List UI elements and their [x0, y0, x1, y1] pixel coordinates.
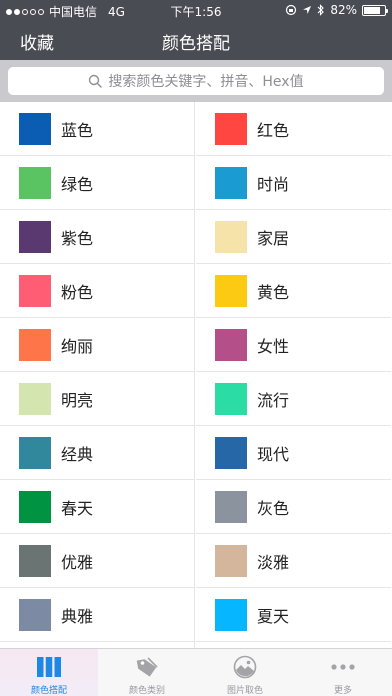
- color-swatch: [19, 220, 51, 253]
- category-item[interactable]: 灰色: [196, 480, 391, 534]
- category-item[interactable]: 夏天: [196, 588, 391, 642]
- color-swatch: [19, 328, 51, 361]
- category-item[interactable]: 女性: [196, 318, 391, 372]
- tab-label: 图片取色: [226, 686, 263, 696]
- search-placeholder: 搜索颜色关键字、拼音、Hex值: [108, 74, 304, 90]
- category-item[interactable]: 紫色: [0, 210, 195, 264]
- tag-icon: [134, 655, 160, 679]
- header: 中国电信 4G 下午1:56 82% 收藏 颜色搭配: [0, 0, 392, 60]
- color-swatch: [215, 112, 247, 145]
- color-swatch: [215, 328, 247, 361]
- rotation-lock-icon: [286, 4, 297, 16]
- color-swatch: [19, 490, 51, 523]
- search-bar: 搜索颜色关键字、拼音、Hex值: [0, 60, 392, 102]
- color-swatch: [215, 436, 247, 469]
- category-label: 典雅: [61, 606, 94, 626]
- category-item[interactable]: 绿色: [0, 156, 195, 210]
- category-label: 春天: [61, 498, 94, 518]
- battery-icon: [362, 4, 388, 16]
- category-label: 红色: [257, 120, 290, 140]
- color-swatch: [19, 382, 51, 415]
- tab-bar: 颜色搭配 颜色类别 图片取色 更多: [0, 648, 392, 696]
- category-label: 现代: [257, 444, 290, 464]
- status-right: 82%: [285, 3, 388, 17]
- category-label: 明亮: [61, 390, 94, 410]
- category-label: 黄色: [257, 282, 290, 302]
- category-label: 女性: [257, 336, 290, 356]
- color-swatch: [215, 544, 247, 577]
- nav-bar: 收藏 颜色搭配: [0, 20, 392, 60]
- tab-tag[interactable]: 颜色类别: [98, 649, 196, 696]
- category-item[interactable]: 春天: [0, 480, 195, 534]
- color-swatch: [19, 598, 51, 631]
- color-swatch: [19, 166, 51, 199]
- tab-label: 颜色搭配: [30, 686, 67, 696]
- search-icon: [89, 74, 103, 88]
- category-item[interactable]: 家居: [196, 210, 391, 264]
- battery-percent: 82%: [330, 3, 357, 17]
- category-label: 淡雅: [257, 552, 290, 572]
- bluetooth-icon: [317, 4, 325, 16]
- location-arrow-icon: [303, 6, 312, 14]
- image-picker-icon: [232, 655, 258, 679]
- category-label: 蓝色: [61, 120, 94, 140]
- category-label: 家居: [257, 228, 290, 248]
- page-title: 颜色搭配: [162, 34, 230, 54]
- color-swatch: [19, 544, 51, 577]
- category-item[interactable]: 现代: [196, 426, 391, 480]
- category-item[interactable]: 红色: [196, 102, 391, 156]
- color-swatch: [215, 166, 247, 199]
- tab-label: 更多: [333, 686, 352, 696]
- category-label: 经典: [61, 444, 94, 464]
- color-swatch: [215, 274, 247, 307]
- category-item[interactable]: 绚丽: [0, 318, 195, 372]
- category-item[interactable]: 淡雅: [196, 534, 391, 588]
- category-item[interactable]: 粉色: [0, 264, 195, 318]
- category-label: 灰色: [257, 498, 290, 518]
- tab-more-dots[interactable]: 更多: [294, 649, 392, 696]
- more-dots-icon: [330, 655, 356, 679]
- tab-columns[interactable]: 颜色搭配: [0, 649, 98, 696]
- color-swatch: [19, 436, 51, 469]
- category-label: 紫色: [61, 228, 94, 248]
- category-item[interactable]: 优雅: [0, 534, 195, 588]
- category-label: 粉色: [61, 282, 94, 302]
- category-item[interactable]: 典雅: [0, 588, 195, 642]
- category-label: 绚丽: [61, 336, 94, 356]
- category-label: 绿色: [61, 174, 94, 194]
- category-item[interactable]: 黄色: [196, 264, 391, 318]
- category-label: 优雅: [61, 552, 94, 572]
- color-swatch: [215, 490, 247, 523]
- search-input[interactable]: 搜索颜色关键字、拼音、Hex值: [8, 67, 384, 95]
- tab-image-picker[interactable]: 图片取色: [196, 649, 294, 696]
- category-label: 时尚: [257, 174, 290, 194]
- color-swatch: [19, 274, 51, 307]
- color-swatch: [215, 382, 247, 415]
- color-category-grid: 蓝色 红色绿色 时尚紫色 家居粉色 黄色绚丽 女性明亮 流行经典 现代春天 灰色优雅 淡雅典雅 夏天: [0, 102, 392, 648]
- status-bar: 中国电信 4G 下午1:56 82%: [0, 0, 392, 20]
- category-item[interactable]: 经典: [0, 426, 195, 480]
- category-item[interactable]: 明亮: [0, 372, 195, 426]
- category-item[interactable]: 时尚: [196, 156, 391, 210]
- category-item[interactable]: 流行: [196, 372, 391, 426]
- category-item[interactable]: 蓝色: [0, 102, 195, 156]
- color-swatch: [215, 598, 247, 631]
- tab-label: 颜色类别: [128, 686, 165, 696]
- columns-icon: [36, 655, 62, 679]
- category-label: 流行: [257, 390, 290, 410]
- color-swatch: [19, 112, 51, 145]
- color-swatch: [215, 220, 247, 253]
- category-label: 夏天: [257, 606, 290, 626]
